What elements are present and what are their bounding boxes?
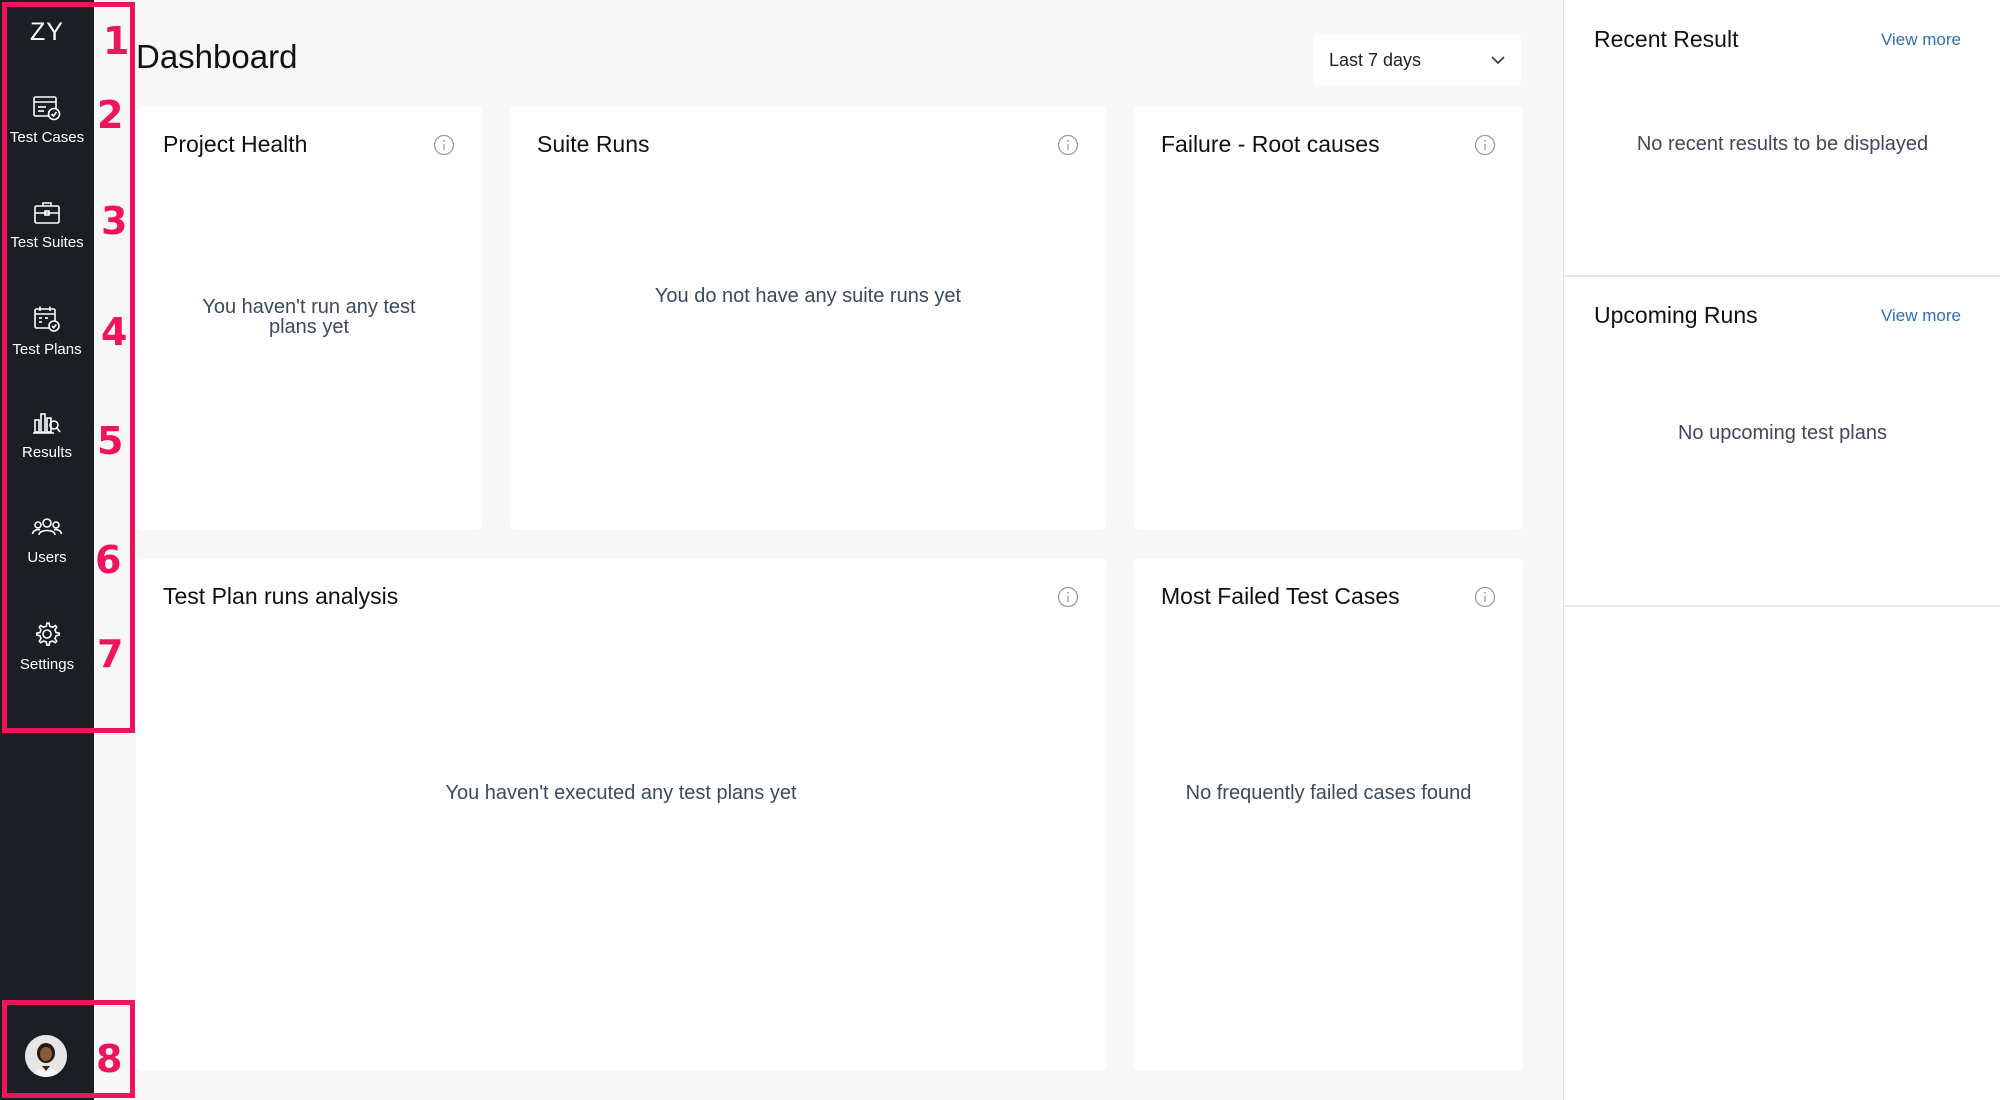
empty-state-message: No frequently failed cases found (1185, 782, 1472, 804)
annotation-number: 7 (97, 632, 124, 676)
upcoming-runs-view-more-link[interactable]: View more (1881, 306, 1961, 326)
date-range-select[interactable]: Last 7 days (1313, 35, 1521, 85)
recent-result-view-more-link[interactable]: View more (1881, 30, 1961, 50)
card-title: Suite Runs (537, 131, 650, 157)
info-icon[interactable] (433, 134, 455, 156)
empty-state-message: You do not have any suite runs yet (654, 285, 962, 307)
chevron-down-icon (1491, 55, 1505, 64)
empty-state-message: No recent results to be displayed (1636, 133, 1929, 155)
empty-state-message: No upcoming test plans (1677, 422, 1887, 444)
annotation-number: 5 (97, 419, 124, 463)
card-title: Most Failed Test Cases (1161, 583, 1400, 609)
page-title: Dashboard (136, 38, 298, 75)
test-plan-runs-analysis-card: Test Plan runs analysis You haven't exec… (136, 559, 1106, 1071)
card-title: Project Health (163, 131, 308, 157)
section-title: Recent Result (1594, 26, 1739, 52)
date-range-value: Last 7 days (1329, 49, 1422, 70)
annotation-number: 8 (96, 1037, 123, 1081)
info-icon[interactable] (1057, 586, 1079, 608)
empty-state-message: You haven't executed any test plans yet (445, 782, 797, 804)
right-panel: Recent Result View more No recent result… (1563, 0, 2000, 1100)
info-icon[interactable] (1474, 134, 1496, 156)
most-failed-test-cases-card: Most Failed Test Cases No frequently fai… (1134, 559, 1523, 1071)
section-title: Upcoming Runs (1594, 302, 1758, 328)
annotation-number: 3 (101, 199, 128, 243)
project-health-card: Project Health You haven't run any test … (136, 107, 482, 530)
suite-runs-card: Suite Runs You do not have any suite run… (510, 107, 1106, 530)
recent-result-section: Recent Result View more No recent result… (1564, 0, 2000, 277)
annotation-number: 1 (103, 19, 130, 63)
info-icon[interactable] (1057, 134, 1079, 156)
annotation-number: 2 (97, 93, 124, 137)
failure-root-causes-card: Failure - Root causes (1134, 107, 1523, 530)
annotation-number: 6 (95, 538, 122, 582)
annotation-number: 4 (101, 310, 128, 354)
upcoming-runs-section: Upcoming Runs View more No upcoming test… (1564, 277, 2000, 607)
card-title: Failure - Root causes (1161, 131, 1380, 157)
empty-state-message: You haven't run any test plans yet (202, 296, 416, 338)
info-icon[interactable] (1474, 586, 1496, 608)
card-title: Test Plan runs analysis (163, 583, 399, 609)
